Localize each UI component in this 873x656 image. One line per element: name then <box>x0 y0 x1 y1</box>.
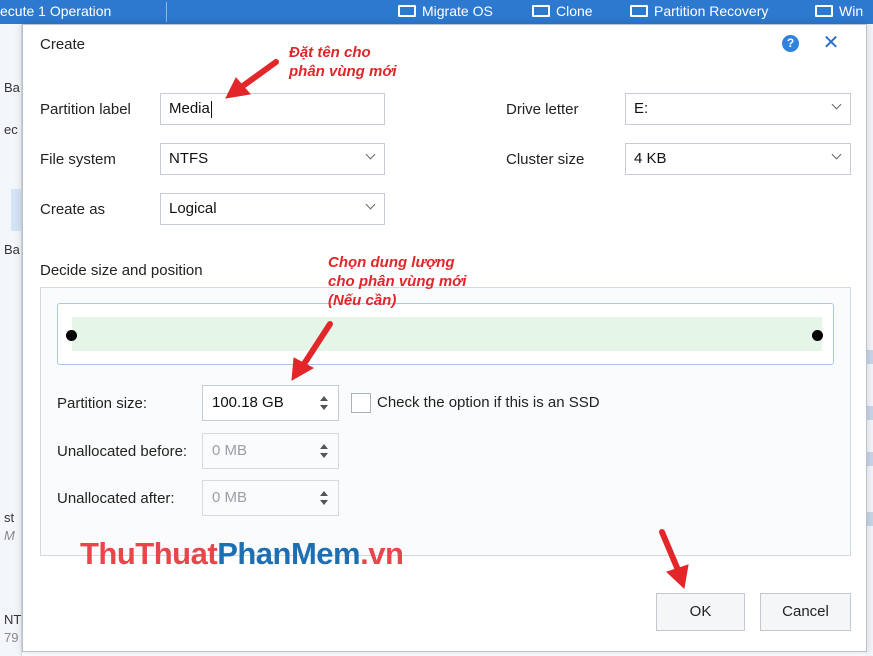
cancel-button[interactable]: Cancel <box>760 593 851 631</box>
partition-size-fill <box>72 317 822 351</box>
partition-size-bar[interactable] <box>57 303 834 365</box>
win-label: Win <box>839 3 864 19</box>
left-fragment: ec <box>4 122 18 137</box>
close-icon[interactable]: ✕ <box>821 30 841 56</box>
file-system-label: File system <box>40 151 116 168</box>
partition-label-label: Partition label <box>40 101 131 118</box>
create-as-value: Logical <box>169 200 217 217</box>
spinner-arrows-icon[interactable] <box>320 490 328 506</box>
left-fragment: Ba <box>4 242 20 257</box>
text-caret <box>210 100 212 118</box>
execute-label: ecute 1 Operation <box>0 3 112 19</box>
left-fragment: Ba <box>4 80 20 95</box>
file-system-select[interactable]: NTFS <box>160 143 385 175</box>
partition-size-value: 100.18 GB <box>212 394 284 411</box>
ok-button[interactable]: OK <box>656 593 745 631</box>
unallocated-before-value: 0 MB <box>212 442 248 459</box>
cluster-size-value: 4 KB <box>634 150 667 167</box>
right-fragment <box>867 350 873 364</box>
drive-letter-label: Drive letter <box>506 101 579 118</box>
chevron-down-icon <box>367 194 374 224</box>
size-annotation: Chọn dung lượng cho phân vùng mới (Nếu c… <box>328 253 466 310</box>
partition-size-label: Partition size: <box>57 395 148 412</box>
watermark-part: .vn <box>360 536 404 571</box>
spinner-arrows-icon[interactable] <box>320 395 328 411</box>
partition-label-input[interactable]: Media <box>160 93 385 125</box>
unallocated-before-stepper[interactable]: 0 MB <box>202 433 339 469</box>
win-button[interactable]: Win <box>815 3 863 19</box>
background-toolbar: ecute 1 Operation Migrate OS Clone Parti… <box>0 0 873 24</box>
watermark-logo: ThuThuatPhanMem.vn <box>80 536 404 572</box>
right-fragment <box>867 512 873 526</box>
cluster-size-label: Cluster size <box>506 151 585 168</box>
ssd-checkbox[interactable] <box>351 393 371 413</box>
drive-letter-select[interactable]: E: <box>625 93 851 125</box>
name-annotation: Đặt tên cho phân vùng mới <box>289 43 397 81</box>
file-system-value: NTFS <box>169 150 209 167</box>
background-left-panel: Ba ec Ba st M NT 79 <box>0 24 22 656</box>
unallocated-after-value: 0 MB <box>212 489 248 506</box>
clone-label: Clone <box>556 3 593 19</box>
chevron-down-icon <box>833 94 840 124</box>
dialog-title: Create <box>40 36 86 53</box>
help-icon[interactable]: ? <box>782 35 799 52</box>
create-as-label: Create as <box>40 201 106 218</box>
left-fragment: NT <box>4 612 22 627</box>
recovery-label: Partition Recovery <box>654 3 769 19</box>
left-resize-handle[interactable] <box>66 330 77 341</box>
ssd-option-label: Check the option if this is an SSD <box>377 394 600 411</box>
unallocated-before-label: Unallocated before: <box>57 443 188 460</box>
windows-icon <box>815 5 833 17</box>
clone-icon <box>532 5 550 17</box>
size-section-title: Decide size and position <box>40 262 203 279</box>
size-annotation-line: (Nếu cần) <box>328 292 397 309</box>
create-as-select[interactable]: Logical <box>160 193 385 225</box>
partition-recovery-button[interactable]: Partition Recovery <box>630 3 768 19</box>
unallocated-after-stepper[interactable]: 0 MB <box>202 480 339 516</box>
right-resize-handle[interactable] <box>812 330 823 341</box>
toolbar-separator <box>166 2 167 22</box>
watermark-part: ThuThuat <box>80 536 218 571</box>
name-annotation-line: Đặt tên cho <box>289 44 371 61</box>
name-annotation-line: phân vùng mới <box>289 63 397 80</box>
execute-operation-button[interactable]: ecute 1 Operation <box>0 3 111 19</box>
left-fragment: 79 <box>4 630 19 645</box>
left-row-highlight <box>11 189 21 231</box>
migrate-label: Migrate OS <box>422 3 493 19</box>
partition-size-stepper[interactable]: 100.18 GB <box>202 385 339 421</box>
right-fragment <box>867 406 873 420</box>
chevron-down-icon <box>367 144 374 174</box>
size-annotation-line: cho phân vùng mới <box>328 273 467 290</box>
spinner-arrows-icon[interactable] <box>320 443 328 459</box>
partition-label-value: Media <box>169 100 210 117</box>
watermark-part: PhanMem <box>217 536 361 571</box>
chevron-down-icon <box>833 144 840 174</box>
clone-button[interactable]: Clone <box>532 3 593 19</box>
migrate-os-button[interactable]: Migrate OS <box>398 3 493 19</box>
drive-letter-value: E: <box>634 100 649 117</box>
right-fragment <box>867 452 873 466</box>
unallocated-after-label: Unallocated after: <box>57 490 175 507</box>
left-fragment: M <box>4 528 15 543</box>
migrate-icon <box>398 5 416 17</box>
cluster-size-select[interactable]: 4 KB <box>625 143 851 175</box>
size-position-panel: Partition size: 100.18 GB Check the opti… <box>40 287 851 556</box>
recovery-icon <box>630 5 648 17</box>
size-annotation-line: Chọn dung lượng <box>328 254 455 271</box>
left-fragment: st <box>4 510 15 525</box>
